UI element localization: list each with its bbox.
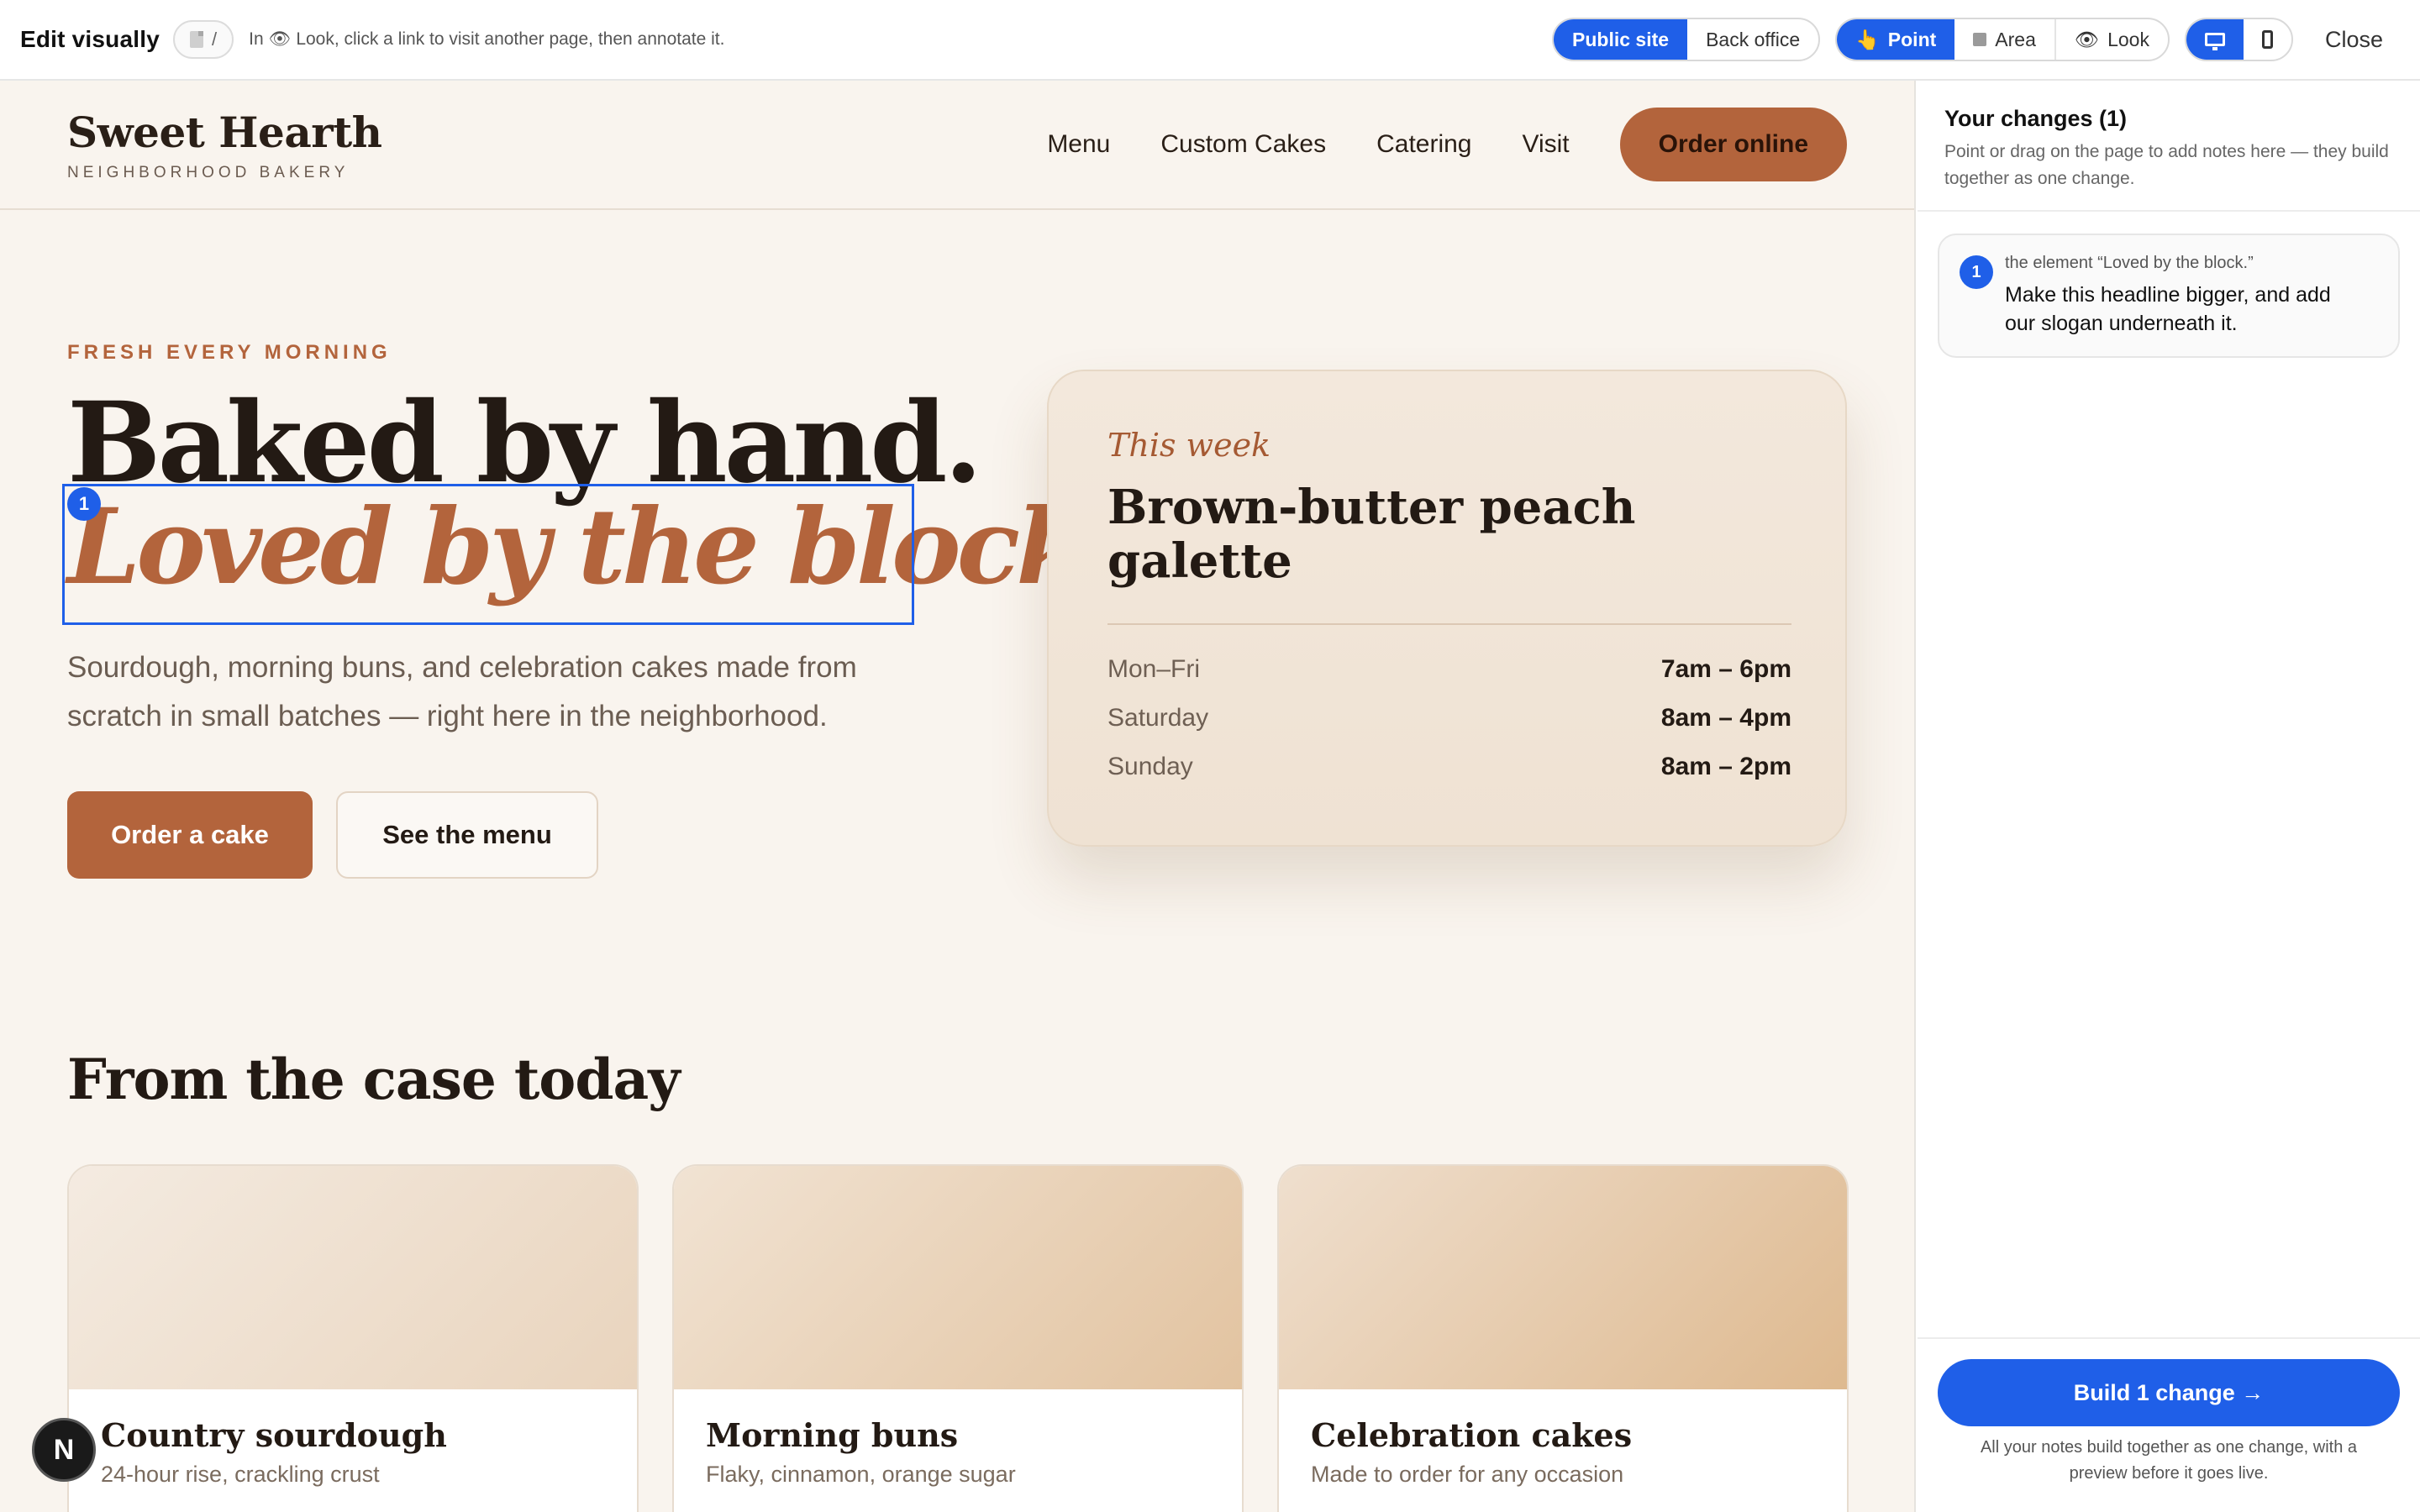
product-name: Country sourdough (101, 1416, 447, 1454)
annotation-badge[interactable]: 1 (67, 487, 101, 521)
case-section-title: From the case today (67, 1047, 681, 1112)
hours-row: Mon–Fri 7am – 6pm (1107, 655, 1791, 684)
back-office-button[interactable]: Back office (1687, 19, 1818, 60)
desktop-icon (2204, 33, 2225, 50)
hours-day: Mon–Fri (1107, 655, 1201, 683)
pointing-hand-icon: 👆 (1855, 28, 1880, 50)
product-card-sourdough[interactable]: Country sourdough 24-hour rise, cracklin… (67, 1164, 639, 1512)
nav-link-catering[interactable]: Catering (1376, 130, 1471, 159)
hero-description: Sourdough, morning buns, and celebration… (67, 651, 857, 732)
nav-link-menu[interactable]: Menu (1047, 130, 1110, 159)
card-divider (1107, 623, 1791, 625)
hint-prefix: In (249, 29, 264, 49)
product-image (674, 1166, 1242, 1389)
brand-logo[interactable]: Sweet Hearth NEIGHBORHOOD BAKERY (67, 108, 382, 182)
product-card-celebration-cakes[interactable]: Celebration cakes Made to order for any … (1277, 1164, 1849, 1512)
point-mode-button[interactable]: 👆 Point (1837, 19, 1955, 60)
changes-panel-header: Your changes (1) Point or drag on the pa… (1918, 81, 2420, 212)
changes-panel: Your changes (1) Point or drag on the pa… (1918, 81, 2420, 1512)
hero-headline: Baked by hand. (67, 378, 982, 508)
close-button[interactable]: Close (2308, 27, 2400, 53)
note-target-element: the element “Loved by the block.” (2005, 254, 2254, 272)
product-description: Flaky, cinnamon, orange sugar (706, 1462, 1016, 1487)
product-name: Morning buns (706, 1416, 959, 1454)
area-square-icon (1973, 33, 1987, 46)
hours-row: Saturday 8am – 4pm (1107, 704, 1791, 732)
product-image (1279, 1166, 1847, 1389)
hours-row: Sunday 8am – 2pm (1107, 753, 1791, 781)
featured-item: Brown-butter peach galette (1107, 480, 1636, 589)
build-change-button[interactable]: Build 1 change → (1938, 1359, 2400, 1426)
product-name: Celebration cakes (1311, 1416, 1633, 1454)
mobile-icon (2261, 30, 2273, 49)
site-nav: Menu Custom Cakes Catering Visit Order o… (1047, 108, 1847, 181)
device-toggle (2184, 18, 2293, 61)
desktop-view-button[interactable] (2186, 19, 2244, 60)
look-mode-button[interactable]: 👁 Look (2054, 19, 2168, 60)
brand-tagline: NEIGHBORHOOD BAKERY (67, 163, 350, 181)
eye-icon: 👁 (2074, 28, 2100, 50)
site-header: Sweet Hearth NEIGHBORHOOD BAKERY Menu Cu… (0, 81, 1914, 210)
public-site-button[interactable]: Public site (1554, 19, 1688, 60)
nav-link-visit[interactable]: Visit (1523, 130, 1570, 159)
this-week-label: This week (1107, 427, 1271, 464)
change-note[interactable]: 1 the element “Loved by the block.” Make… (1938, 234, 2400, 358)
build-footnote: All your notes build together as one cha… (1980, 1438, 2358, 1483)
hours-day: Saturday (1107, 704, 1209, 732)
hint-text: Look, click a link to visit another page… (296, 29, 725, 49)
editor-toolbar: Edit visually / In 👁 Look, click a link … (0, 0, 2420, 81)
site-toggle: Public site Back office (1552, 18, 1821, 61)
order-a-cake-button[interactable]: Order a cake (67, 791, 313, 879)
hours-time: 8am – 4pm (1660, 704, 1791, 732)
note-text: Make this headline bigger, and add our s… (2005, 283, 2331, 335)
product-image (69, 1166, 637, 1389)
site-preview: Sweet Hearth NEIGHBORHOOD BAKERY Menu Cu… (0, 81, 1916, 1512)
product-card-morning-buns[interactable]: Morning buns Flaky, cinnamon, orange sug… (672, 1164, 1244, 1512)
changes-panel-footer: Build 1 change → All your notes build to… (1918, 1337, 2420, 1512)
annotation-selection-box (62, 484, 914, 625)
page-icon (190, 31, 203, 48)
this-week-card: This week Brown-butter peach galette Mon… (1047, 370, 1847, 847)
area-label: Area (1995, 28, 2036, 50)
nav-link-custom-cakes[interactable]: Custom Cakes (1160, 130, 1326, 159)
hours-day: Sunday (1107, 753, 1193, 780)
point-label: Point (1887, 28, 1937, 50)
page-path: / (212, 29, 218, 50)
hours-time: 8am – 2pm (1660, 753, 1791, 780)
brand-name: Sweet Hearth (67, 107, 382, 157)
hours-time: 7am – 6pm (1660, 655, 1791, 683)
area-mode-button[interactable]: Area (1954, 19, 2054, 60)
product-description: Made to order for any occasion (1311, 1462, 1624, 1487)
framework-dev-badge[interactable]: N (32, 1418, 96, 1482)
mode-hint: In 👁 Look, click a link to visit another… (249, 29, 724, 50)
mobile-view-button[interactable] (2244, 19, 2291, 60)
eye-icon: 👁 (268, 29, 292, 49)
hero-eyebrow: FRESH EVERY MORNING (67, 341, 392, 364)
look-label: Look (2107, 28, 2149, 50)
order-online-button[interactable]: Order online (1619, 108, 1847, 181)
mode-toggle: 👆 Point Area 👁 Look (1835, 18, 2170, 61)
product-description: 24-hour rise, crackling crust (101, 1462, 380, 1487)
changes-title: Your changes (1) (1944, 106, 2128, 131)
see-the-menu-button[interactable]: See the menu (336, 791, 598, 879)
changes-subtitle: Point or drag on the page to add notes h… (1944, 142, 2389, 188)
page-path-chip[interactable]: / (173, 20, 234, 59)
editor-title: Edit visually (20, 26, 160, 52)
note-number-badge: 1 (1960, 255, 1993, 289)
